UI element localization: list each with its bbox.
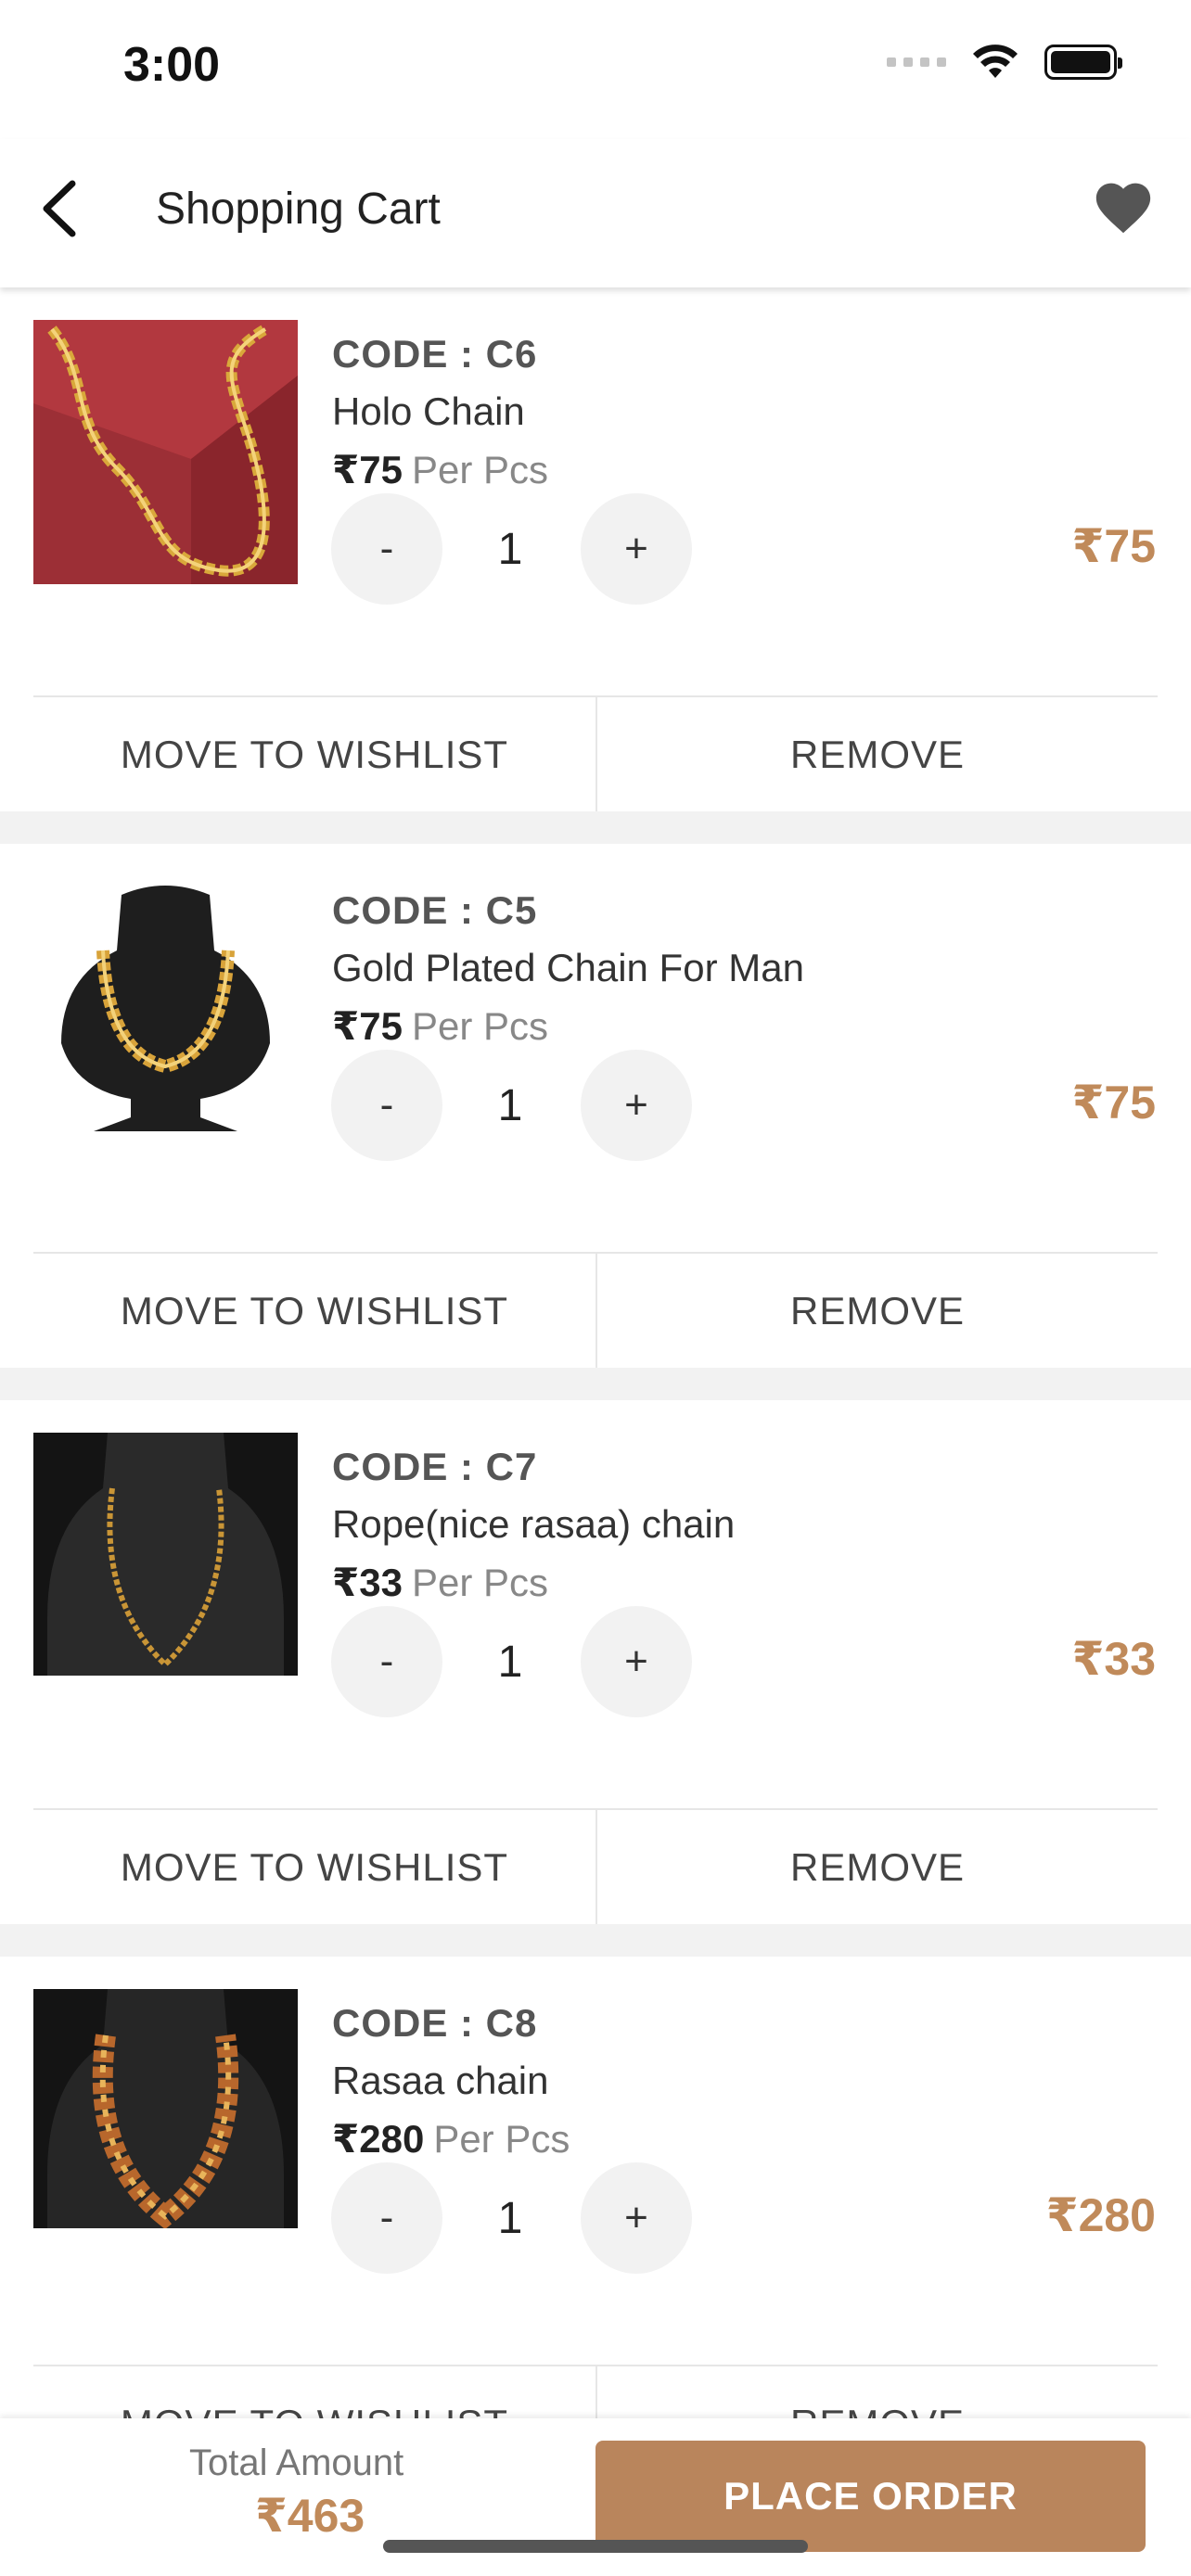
- move-to-wishlist-button[interactable]: MOVE TO WISHLIST: [33, 1254, 596, 1368]
- total-amount-value: ₹463: [255, 2490, 365, 2542]
- product-image: [33, 1433, 298, 1676]
- quantity-value: 1: [497, 1637, 523, 1687]
- item-total-price: ₹280: [1045, 2189, 1156, 2241]
- product-code: CODE : C6: [332, 332, 538, 376]
- item-total-price: ₹75: [1071, 1077, 1156, 1129]
- chevron-left-icon: [43, 180, 76, 237]
- product-unit: Per Pcs: [411, 1004, 548, 1048]
- product-name: Gold Plated Chain For Man: [332, 946, 804, 989]
- decrease-quantity-button[interactable]: -: [331, 2162, 442, 2274]
- decrease-quantity-button[interactable]: -: [331, 1606, 442, 1717]
- item-actions: MOVE TO WISHLIST REMOVE: [33, 695, 1158, 811]
- product-code: CODE : C8: [332, 2001, 538, 2045]
- heart-icon: [1095, 183, 1151, 234]
- wishlist-button[interactable]: [1091, 176, 1156, 241]
- increase-quantity-button[interactable]: +: [581, 1606, 692, 1717]
- product-code: CODE : C5: [332, 888, 538, 932]
- remove-button[interactable]: REMOVE: [596, 1810, 1158, 1924]
- increase-quantity-button[interactable]: +: [581, 2162, 692, 2274]
- product-price: ₹33: [332, 1561, 403, 1604]
- product-image: [33, 876, 298, 1141]
- cart-item: CODE : C5 Gold Plated Chain For Man ₹75 P…: [0, 844, 1191, 1368]
- product-name: Rope(nice rasaa) chain: [332, 1502, 736, 1546]
- cart-list: CODE : C6 Holo Chain ₹75 Per Pcs - 1 + ₹7…: [0, 287, 1191, 2418]
- move-to-wishlist-button[interactable]: MOVE TO WISHLIST: [33, 697, 596, 811]
- status-bar: 3:00: [0, 0, 1191, 139]
- product-name: Holo Chain: [332, 389, 525, 433]
- item-total-price: ₹75: [1071, 520, 1156, 572]
- status-time: 3:00: [123, 38, 221, 92]
- wifi-icon: [973, 45, 1018, 78]
- item-actions: MOVE TO WISHLIST REMOVE: [33, 1252, 1158, 1368]
- app-header: Shopping Cart: [0, 139, 1191, 287]
- product-price-line: ₹33 Per Pcs: [332, 1560, 548, 1605]
- move-to-wishlist-button[interactable]: MOVE TO WISHLIST: [33, 2366, 596, 2419]
- product-price: ₹75: [332, 1004, 403, 1048]
- cart-item: CODE : C6 Holo Chain ₹75 Per Pcs - 1 + ₹7…: [0, 287, 1191, 811]
- remove-button[interactable]: REMOVE: [596, 1254, 1158, 1368]
- quantity-value: 1: [497, 2193, 523, 2243]
- product-price: ₹280: [332, 2117, 425, 2161]
- product-price: ₹75: [332, 448, 403, 491]
- move-to-wishlist-button[interactable]: MOVE TO WISHLIST: [33, 1810, 596, 1924]
- product-unit: Per Pcs: [433, 2117, 570, 2161]
- product-price-line: ₹75 Per Pcs: [332, 447, 548, 492]
- decrease-quantity-button[interactable]: -: [331, 1050, 442, 1161]
- product-name: Rasaa chain: [332, 2059, 549, 2102]
- item-total-price: ₹33: [1071, 1633, 1156, 1685]
- place-order-button[interactable]: PLACE ORDER: [596, 2441, 1146, 2552]
- home-indicator[interactable]: [383, 2540, 808, 2553]
- product-price-line: ₹280 Per Pcs: [332, 2116, 570, 2162]
- quantity-value: 1: [497, 1080, 523, 1130]
- increase-quantity-button[interactable]: +: [581, 493, 692, 605]
- page-title: Shopping Cart: [156, 185, 441, 234]
- decrease-quantity-button[interactable]: -: [331, 493, 442, 605]
- cellular-signal-icon: [887, 57, 946, 67]
- product-image: [33, 1989, 298, 2228]
- increase-quantity-button[interactable]: +: [581, 1050, 692, 1161]
- cart-item: CODE : C8 Rasaa chain ₹280 Per Pcs - 1 + …: [0, 1957, 1191, 2418]
- item-actions: MOVE TO WISHLIST REMOVE: [33, 2365, 1158, 2418]
- battery-icon: [1044, 45, 1122, 80]
- back-button[interactable]: [35, 176, 91, 241]
- item-actions: MOVE TO WISHLIST REMOVE: [33, 1808, 1158, 1924]
- product-image: [33, 320, 298, 584]
- cart-item: CODE : C7 Rope(nice rasaa) chain ₹33 Per …: [0, 1400, 1191, 1924]
- product-unit: Per Pcs: [411, 448, 548, 491]
- remove-button[interactable]: REMOVE: [596, 697, 1158, 811]
- product-code: CODE : C7: [332, 1445, 538, 1488]
- status-icons: [887, 45, 1122, 80]
- remove-button[interactable]: REMOVE: [596, 2366, 1158, 2418]
- product-unit: Per Pcs: [411, 1561, 548, 1604]
- quantity-value: 1: [497, 524, 523, 574]
- product-price-line: ₹75 Per Pcs: [332, 1003, 548, 1049]
